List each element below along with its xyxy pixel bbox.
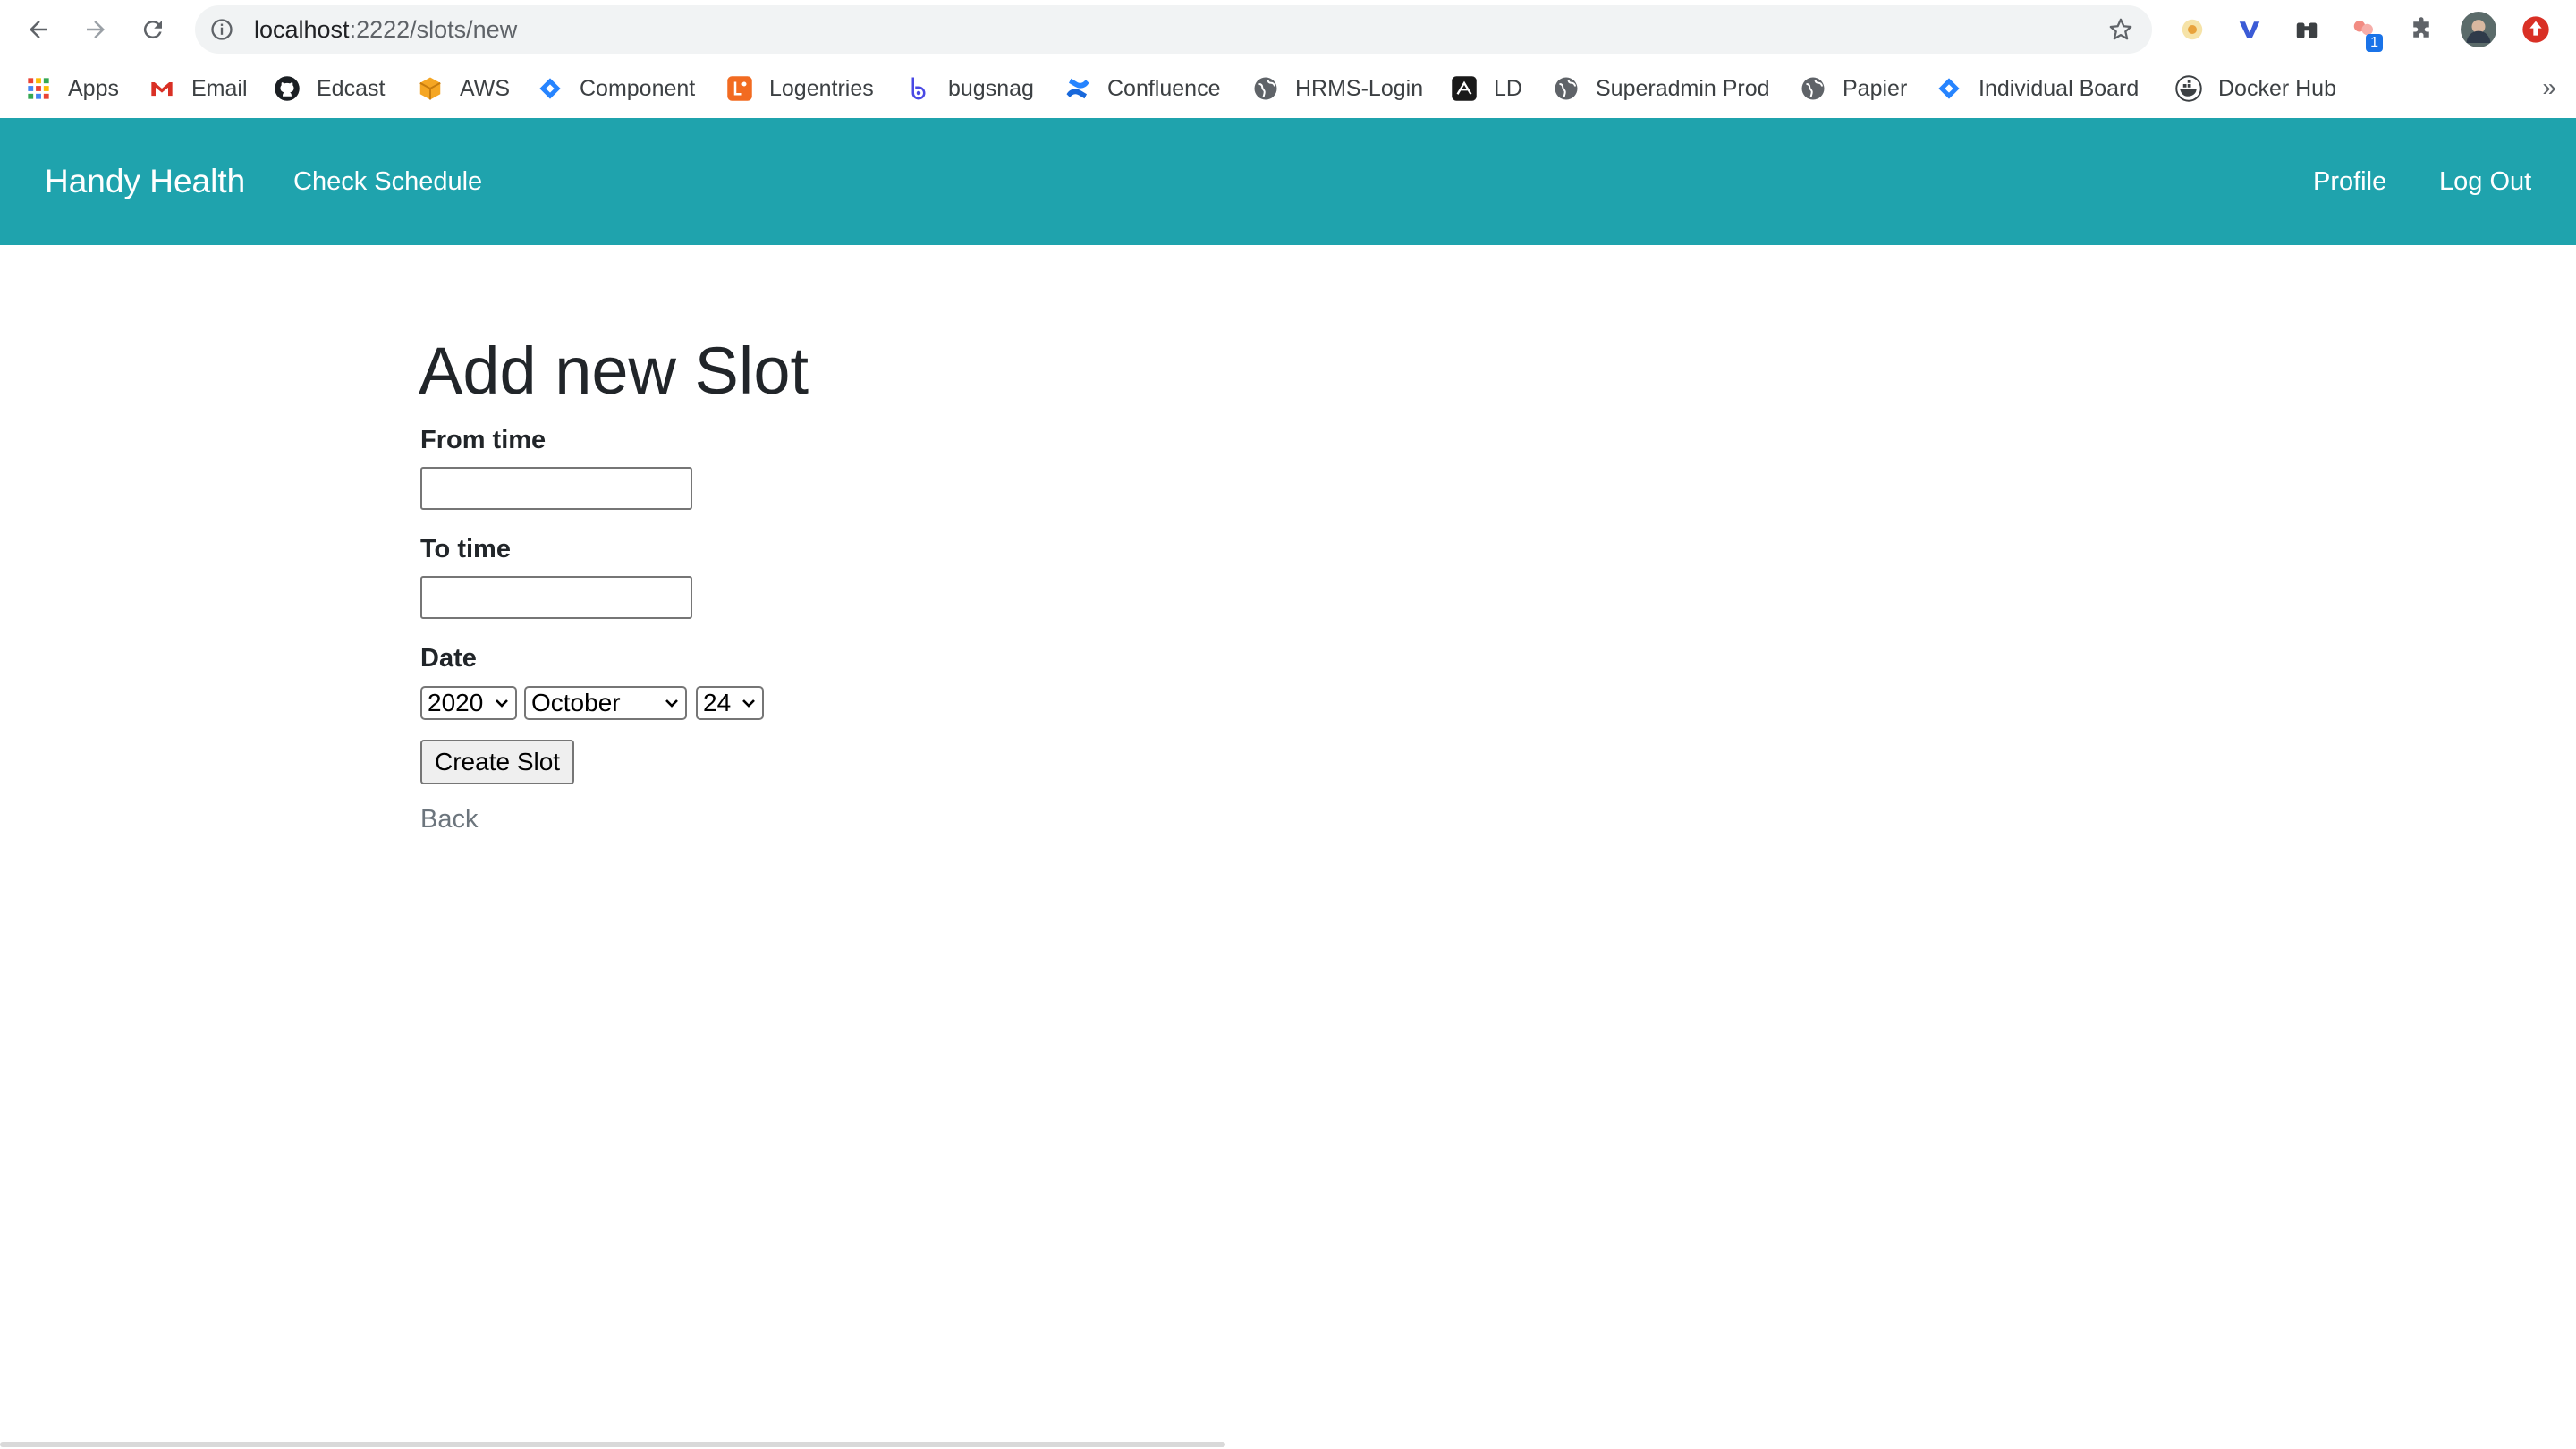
- page-title: Add new Slot: [419, 334, 809, 408]
- bookmark-label: Component: [580, 75, 696, 101]
- nav-logout[interactable]: Log Out: [2439, 118, 2531, 245]
- reload-icon[interactable]: [132, 9, 174, 50]
- profile-avatar-icon[interactable]: [2460, 11, 2497, 48]
- docker-icon: [2175, 75, 2202, 102]
- aws-box-icon: [417, 75, 444, 102]
- bookmark-docker-hub[interactable]: Docker Hub: [2175, 70, 2336, 107]
- to-time-label: To time: [420, 535, 511, 564]
- bookmark-label: Email: [191, 75, 248, 101]
- bookmark-label: AWS: [460, 75, 511, 101]
- bookmark-label: Superadmin Prod: [1596, 75, 1770, 101]
- bookmark-label: Papier: [1843, 75, 1908, 101]
- launchdarkly-icon: [1451, 75, 1478, 102]
- extension-badge-icon[interactable]: 1: [2345, 11, 2383, 52]
- bookmarks-overflow-chevron-icon[interactable]: »: [2542, 73, 2556, 102]
- bookmark-label: Confluence: [1107, 75, 1221, 101]
- brand-link[interactable]: Handy Health: [45, 118, 245, 245]
- update-arrow-icon[interactable]: [2517, 11, 2555, 48]
- bookmark-label: Individual Board: [1979, 75, 2140, 101]
- url-text: localhost:2222/slots/new: [254, 16, 518, 43]
- bookmark-label: Edcast: [317, 75, 386, 101]
- chevron-down-icon: [665, 699, 678, 708]
- apps-grid-icon: [25, 75, 52, 102]
- bugsnag-icon: [905, 75, 932, 102]
- nav-check-schedule[interactable]: Check Schedule: [293, 118, 482, 245]
- bookmark-edcast[interactable]: Edcast: [274, 70, 385, 107]
- chevron-down-icon: [742, 699, 755, 708]
- gmail-icon: [148, 75, 175, 102]
- logentries-icon: [726, 75, 753, 102]
- bookmarks-bar: Apps Email Edcast AWS Component Logentri…: [0, 59, 2576, 118]
- horizontal-scrollbar[interactable]: [0, 1442, 1225, 1447]
- year-select[interactable]: 2020: [420, 686, 517, 720]
- bookmark-star-icon[interactable]: [2107, 16, 2134, 43]
- nav-profile[interactable]: Profile: [2313, 118, 2386, 245]
- back-link[interactable]: Back: [420, 805, 478, 835]
- extension-binoculars-icon[interactable]: [2288, 11, 2326, 48]
- github-icon: [274, 75, 301, 102]
- bookmark-superadmin-prod[interactable]: Superadmin Prod: [1553, 70, 1770, 107]
- confluence-icon: [1064, 75, 1091, 102]
- bookmark-label: LD: [1494, 75, 1522, 101]
- bookmark-confluence[interactable]: Confluence: [1064, 70, 1220, 107]
- site-info-icon[interactable]: [209, 17, 234, 42]
- back-arrow-icon[interactable]: [18, 9, 59, 50]
- to-time-input[interactable]: [420, 576, 692, 619]
- from-time-label: From time: [420, 426, 547, 454]
- chevron-down-icon: [496, 699, 508, 708]
- year-select-value: 2020: [428, 689, 484, 716]
- day-select-value: 24: [703, 689, 732, 716]
- bookmark-label: bugsnag: [948, 75, 1034, 101]
- day-select[interactable]: 24: [696, 686, 764, 720]
- puzzle-extensions-icon[interactable]: [2402, 11, 2440, 48]
- browser-toolbar: localhost:2222/slots/new 1: [0, 0, 2576, 59]
- forward-arrow-icon[interactable]: [75, 9, 116, 50]
- bookmark-aws[interactable]: AWS: [417, 70, 510, 107]
- date-label: Date: [420, 644, 477, 673]
- globe-icon: [1252, 75, 1279, 102]
- bookmark-logentries[interactable]: Logentries: [726, 70, 874, 107]
- app-navbar: Handy Health Check Schedule Profile Log …: [0, 118, 2576, 245]
- address-bar[interactable]: localhost:2222/slots/new: [195, 5, 2152, 54]
- jira-diamond-icon: [537, 75, 564, 102]
- month-select-value: October: [531, 689, 621, 716]
- month-select[interactable]: October: [524, 686, 687, 720]
- bookmark-individual-board[interactable]: Individual Board: [1936, 70, 2139, 107]
- bookmark-label: HRMS-Login: [1295, 75, 1424, 101]
- bookmark-apps[interactable]: Apps: [25, 70, 119, 107]
- bookmark-hrms-login[interactable]: HRMS-Login: [1252, 70, 1423, 107]
- jira-diamond-icon: [1936, 75, 1962, 102]
- bookmark-email[interactable]: Email: [148, 70, 248, 107]
- globe-icon: [1553, 75, 1580, 102]
- bookmark-component[interactable]: Component: [537, 70, 695, 107]
- bookmark-ld[interactable]: LD: [1451, 70, 1522, 107]
- bookmark-bugsnag[interactable]: bugsnag: [905, 70, 1034, 107]
- bookmark-label: Apps: [68, 75, 119, 101]
- bookmark-label: Docker Hub: [2218, 75, 2336, 101]
- globe-icon: [1800, 75, 1826, 102]
- extension-badge-count: 1: [2366, 34, 2383, 52]
- create-slot-button[interactable]: Create Slot: [420, 740, 575, 784]
- extension-colorful-icon[interactable]: [2174, 11, 2211, 48]
- from-time-input[interactable]: [420, 467, 692, 510]
- bookmark-label: Logentries: [769, 75, 874, 101]
- bookmark-papier[interactable]: Papier: [1800, 70, 1907, 107]
- extension-v-icon[interactable]: [2231, 11, 2268, 48]
